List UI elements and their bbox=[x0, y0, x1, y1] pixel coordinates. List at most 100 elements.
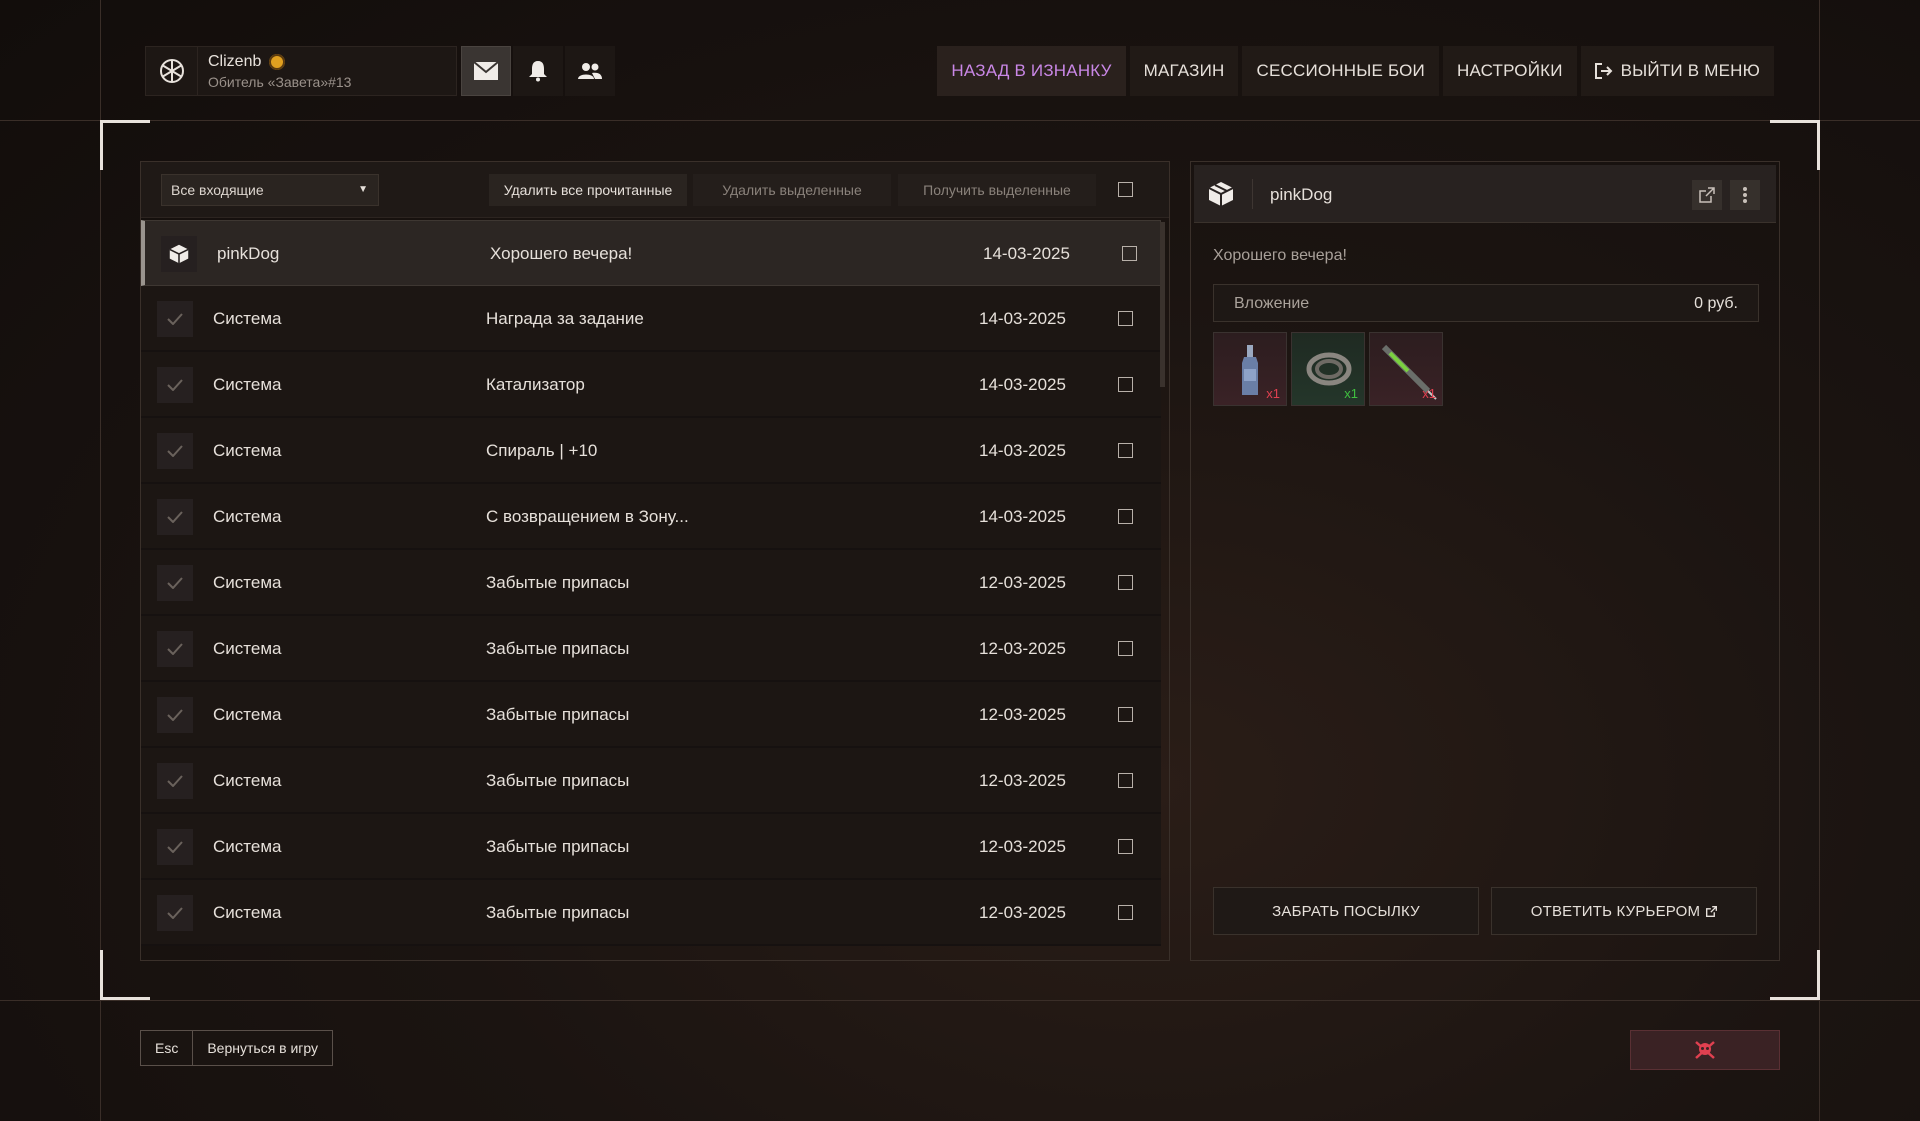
message-checkbox[interactable] bbox=[1118, 839, 1133, 854]
package-icon bbox=[1208, 182, 1234, 206]
read-check-icon bbox=[167, 841, 183, 853]
get-selected-button[interactable]: Получить выделенные bbox=[898, 174, 1096, 206]
message-subject: С возвращением в Зону... bbox=[486, 507, 689, 526]
message-row[interactable]: Система Награда за задание 14-03-2025 bbox=[141, 286, 1161, 352]
message-sender: Система bbox=[213, 573, 282, 592]
message-status-icon bbox=[161, 236, 197, 272]
message-row[interactable]: pinkDog Хорошего вечера! 14-03-2025 bbox=[141, 220, 1161, 286]
scrollbar-thumb[interactable] bbox=[1160, 222, 1165, 387]
message-row[interactable]: Система Забытые припасы 12-03-2025 bbox=[141, 748, 1161, 814]
more-vertical-icon bbox=[1743, 187, 1747, 203]
inbox-toolbar: Все входящие ▼ Удалить все прочитанные У… bbox=[141, 162, 1169, 218]
message-row[interactable]: Система Спираль | +10 14-03-2025 bbox=[141, 418, 1161, 484]
message-row[interactable]: Система Забытые припасы 12-03-2025 bbox=[141, 616, 1161, 682]
more-options-button[interactable] bbox=[1730, 180, 1760, 210]
attachment-box: Вложение 0 руб. bbox=[1213, 284, 1759, 322]
message-checkbox[interactable] bbox=[1118, 311, 1133, 326]
message-row[interactable]: Система Забытые припасы 12-03-2025 bbox=[141, 550, 1161, 616]
open-external-button[interactable] bbox=[1692, 180, 1722, 210]
message-subject: Забытые припасы bbox=[486, 705, 630, 724]
message-status-icon bbox=[157, 367, 193, 403]
take-package-button[interactable]: ЗАБРАТЬ ПОСЫЛКУ bbox=[1213, 887, 1479, 935]
message-subject: Забытые припасы bbox=[486, 771, 630, 790]
item-slot[interactable]: x1 bbox=[1369, 332, 1443, 406]
message-list: pinkDog Хорошего вечера! 14-03-2025 Система… bbox=[141, 220, 1161, 960]
read-check-icon bbox=[167, 379, 183, 391]
message-checkbox[interactable] bbox=[1118, 575, 1133, 590]
message-checkbox[interactable] bbox=[1118, 377, 1133, 392]
message-checkbox[interactable] bbox=[1122, 246, 1137, 261]
frame-line bbox=[0, 120, 1920, 121]
rank-badge-icon bbox=[269, 53, 286, 70]
message-checkbox[interactable] bbox=[1118, 509, 1133, 524]
nav-exit-label: ВЫЙТИ В МЕНЮ bbox=[1620, 61, 1760, 80]
inbox-filter-select[interactable]: Все входящие ▼ bbox=[161, 174, 379, 206]
message-checkbox[interactable] bbox=[1118, 707, 1133, 722]
message-subject: Спираль | +10 bbox=[486, 441, 598, 460]
message-body: Хорошего вечера! bbox=[1213, 247, 1347, 264]
message-row[interactable]: Система Забытые припасы 12-03-2025 bbox=[141, 814, 1161, 880]
message-sender: Система bbox=[213, 705, 282, 724]
message-checkbox[interactable] bbox=[1118, 905, 1133, 920]
inbox-filter-value: Все входящие bbox=[171, 182, 264, 198]
read-check-icon bbox=[167, 577, 183, 589]
nav-exit-button[interactable]: ВЫЙТИ В МЕНЮ bbox=[1580, 46, 1774, 96]
message-status-icon bbox=[157, 763, 193, 799]
delete-selected-button[interactable]: Удалить выделенные bbox=[693, 174, 891, 206]
reply-courier-button[interactable]: ОТВЕТИТЬ КУРЬЕРОМ bbox=[1491, 887, 1757, 935]
message-row[interactable]: Система С возвращением в Зону... 14-03-202… bbox=[141, 484, 1161, 550]
envelope-icon bbox=[473, 61, 499, 80]
message-row[interactable]: Система Забытые припасы 12-03-2025 bbox=[141, 682, 1161, 748]
read-check-icon bbox=[167, 313, 183, 325]
external-link-icon bbox=[1706, 905, 1718, 917]
message-checkbox[interactable] bbox=[1118, 773, 1133, 788]
read-check-icon bbox=[167, 643, 183, 655]
notifications-button[interactable] bbox=[513, 46, 563, 96]
item-slot[interactable]: x1 bbox=[1213, 332, 1287, 406]
message-date: 14-03-2025 bbox=[983, 244, 1070, 263]
nav-shop-button[interactable]: МАГАЗИН bbox=[1129, 46, 1239, 96]
inbox-panel: Все входящие ▼ Удалить все прочитанные У… bbox=[140, 161, 1170, 961]
return-label: Вернуться в игру bbox=[207, 1040, 319, 1056]
message-date: 14-03-2025 bbox=[979, 309, 1066, 328]
player-name: Clizenb bbox=[208, 52, 262, 70]
read-check-icon bbox=[167, 709, 183, 721]
item-slot[interactable]: x1 bbox=[1291, 332, 1365, 406]
message-date: 12-03-2025 bbox=[979, 639, 1066, 658]
item-quantity: x1 bbox=[1266, 386, 1280, 401]
package-icon bbox=[169, 244, 189, 264]
message-status-icon bbox=[157, 895, 193, 931]
message-status-icon bbox=[157, 565, 193, 601]
detail-sender: pinkDog bbox=[1270, 185, 1333, 204]
nav-back-button[interactable]: НАЗАД В ИЗНАНКУ bbox=[937, 46, 1126, 96]
message-status-icon bbox=[157, 499, 193, 535]
message-subject: Награда за задание bbox=[486, 309, 644, 328]
esc-key-hint: Esc bbox=[141, 1031, 194, 1065]
skull-crossbones-icon bbox=[1695, 1041, 1715, 1059]
message-detail-panel: pinkDog Хорошего вечера! Вложение 0 руб.… bbox=[1190, 161, 1780, 961]
danger-button[interactable] bbox=[1630, 1030, 1780, 1070]
message-checkbox[interactable] bbox=[1118, 641, 1133, 656]
message-sender: Система bbox=[213, 639, 282, 658]
message-status-icon bbox=[157, 433, 193, 469]
attachment-label: Вложение bbox=[1234, 295, 1310, 312]
player-title: Обитель «Завета»#13 bbox=[208, 73, 352, 90]
message-row[interactable]: Система Катализатор 14-03-2025 bbox=[141, 352, 1161, 418]
message-subject: Катализатор bbox=[486, 375, 585, 394]
mail-button[interactable] bbox=[461, 46, 511, 96]
message-subject: Забытые припасы bbox=[486, 639, 630, 658]
message-subject: Забытые припасы bbox=[486, 903, 630, 922]
read-check-icon bbox=[167, 907, 183, 919]
profile-card[interactable]: Clizenb Обитель «Завета»#13 bbox=[145, 46, 457, 96]
message-checkbox[interactable] bbox=[1118, 443, 1133, 458]
frame-line bbox=[0, 1000, 1920, 1001]
message-date: 14-03-2025 bbox=[979, 441, 1066, 460]
nav-settings-button[interactable]: НАСТРОЙКИ bbox=[1442, 46, 1577, 96]
friends-button[interactable] bbox=[565, 46, 615, 96]
message-row[interactable]: Система Забытые припасы 12-03-2025 bbox=[141, 880, 1161, 946]
delete-read-button[interactable]: Удалить все прочитанные bbox=[489, 174, 687, 206]
return-to-game-button[interactable]: Esc Вернуться в игру bbox=[140, 1030, 334, 1066]
read-check-icon bbox=[167, 445, 183, 457]
select-all-checkbox[interactable] bbox=[1118, 182, 1133, 197]
nav-battles-button[interactable]: СЕССИОННЫЕ БОИ bbox=[1242, 46, 1439, 96]
